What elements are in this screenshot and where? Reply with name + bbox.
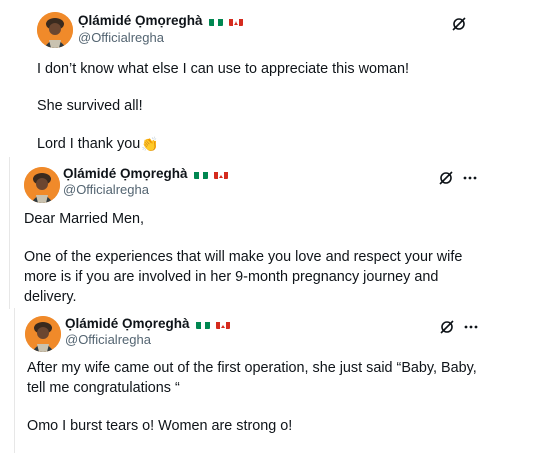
more-options-icon[interactable] [463,319,479,335]
avatar[interactable] [24,167,60,203]
author-name[interactable]: Ọlámidé Ọmọreghà [65,316,190,331]
avatar[interactable] [25,316,61,352]
post-text-line: She survived all! [37,98,143,114]
post-card[interactable]: Ọlámidé Ọmọreghà @Officialregha After my… [14,308,531,453]
post-text-line: After my wife came out of the first oper… [27,360,477,376]
author-handle[interactable]: @Officialregha [78,30,164,45]
avatar[interactable] [37,12,73,48]
author-handle[interactable]: @Officialregha [65,332,151,347]
grok-icon[interactable] [439,319,455,335]
post-text-line: Dear Married Men, [24,211,144,227]
author-name[interactable]: Ọlámidé Ọmọreghà [63,166,188,181]
author-name[interactable]: Ọlámidé Ọmọreghà [78,13,203,28]
post-text-line: Lord I thank you [37,136,141,152]
nigeria-flag-icon [195,319,210,329]
post-text-line: I don’t know what else I can use to appr… [37,61,409,77]
more-options-icon[interactable] [462,170,478,186]
post-text-line: tell me congratulations “ [27,380,180,396]
post-text-line-wrap: Lord I thank you👏 [37,134,159,154]
post-text-line: delivery. [24,289,77,305]
canada-flag-icon [213,169,228,179]
canada-flag-icon [215,319,230,329]
post-card[interactable]: Ọlámidé Ọmọreghà @Officialregha I don’t … [28,0,524,160]
canada-flag-icon [228,16,243,26]
grok-icon[interactable] [451,16,467,32]
clapping-hands-icon: 👏 [141,136,159,152]
post-text-line: more is if you are involved in her 9-mon… [24,269,439,285]
grok-icon[interactable] [438,170,454,186]
post-card[interactable]: Ọlámidé Ọmọreghà @Officialregha Dear Mar… [9,157,530,309]
post-text-line: Omo I burst tears o! Women are strong o! [27,418,293,434]
nigeria-flag-icon [193,169,208,179]
nigeria-flag-icon [208,16,223,26]
post-text-line: One of the experiences that will make yo… [24,249,463,265]
author-handle[interactable]: @Officialregha [63,182,149,197]
